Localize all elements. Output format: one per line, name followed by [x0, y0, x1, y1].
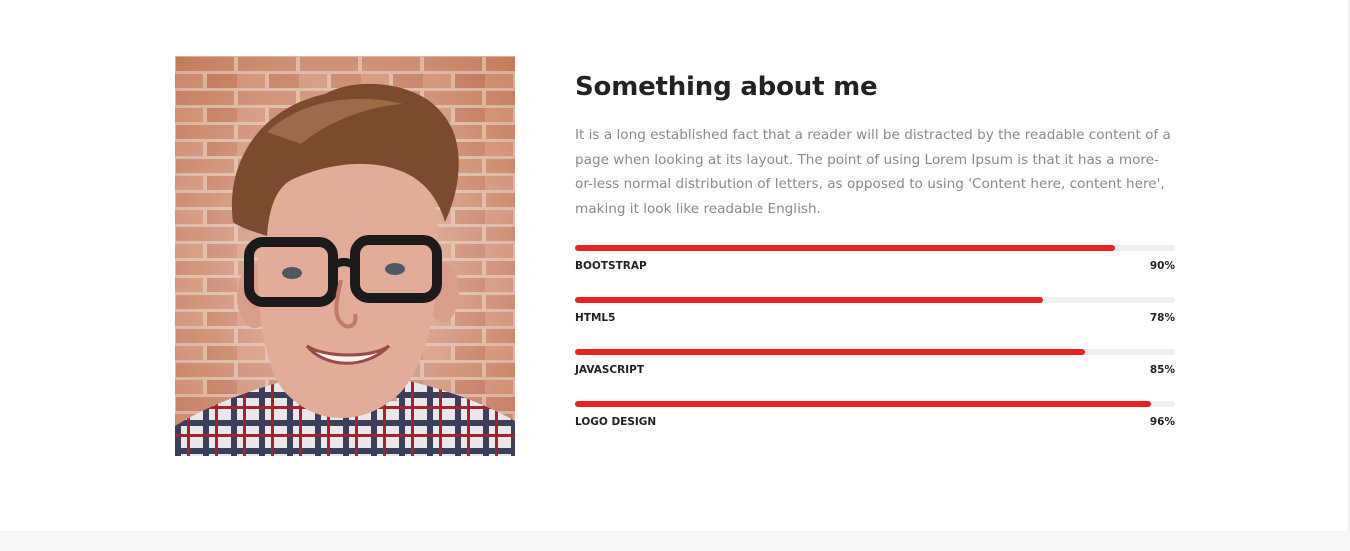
skill-percent: 85% — [1149, 364, 1175, 376]
next-section-strip — [0, 531, 1350, 551]
skill-progress-track — [575, 245, 1175, 251]
skill-html5: HTML5 78% — [575, 297, 1175, 349]
skill-javascript: JAVASCRIPT 85% — [575, 349, 1175, 401]
skill-percent: 90% — [1149, 260, 1175, 272]
about-content: Something about me It is a long establis… — [575, 66, 1175, 453]
skill-logo-design: LOGO DESIGN 96% — [575, 401, 1175, 453]
skill-progress-track — [575, 297, 1175, 303]
skill-progress-fill — [575, 245, 1115, 251]
skill-bootstrap: BOOTSTRAP 90% — [575, 245, 1175, 297]
about-intro-text: It is a long established fact that a rea… — [575, 127, 1171, 217]
skill-label: LOGO DESIGN — [575, 416, 657, 428]
skill-percent: 78% — [1149, 312, 1175, 324]
skill-label: JAVASCRIPT — [575, 364, 644, 376]
skill-label: BOOTSTRAP — [575, 260, 647, 272]
skill-progress-track — [575, 349, 1175, 355]
skill-progress-fill — [575, 349, 1085, 355]
skill-label: HTML5 — [575, 312, 616, 324]
about-heading: Something about me — [575, 72, 878, 102]
skill-progress-fill — [575, 401, 1151, 407]
skills-list: BOOTSTRAP 90% HTML5 78% JAVASCRIPT 85% L… — [575, 245, 1175, 453]
skill-percent: 96% — [1149, 416, 1175, 428]
portrait-photo — [175, 56, 515, 456]
skill-progress-track — [575, 401, 1175, 407]
about-section: Something about me It is a long establis… — [0, 0, 1348, 531]
skill-progress-fill — [575, 297, 1043, 303]
